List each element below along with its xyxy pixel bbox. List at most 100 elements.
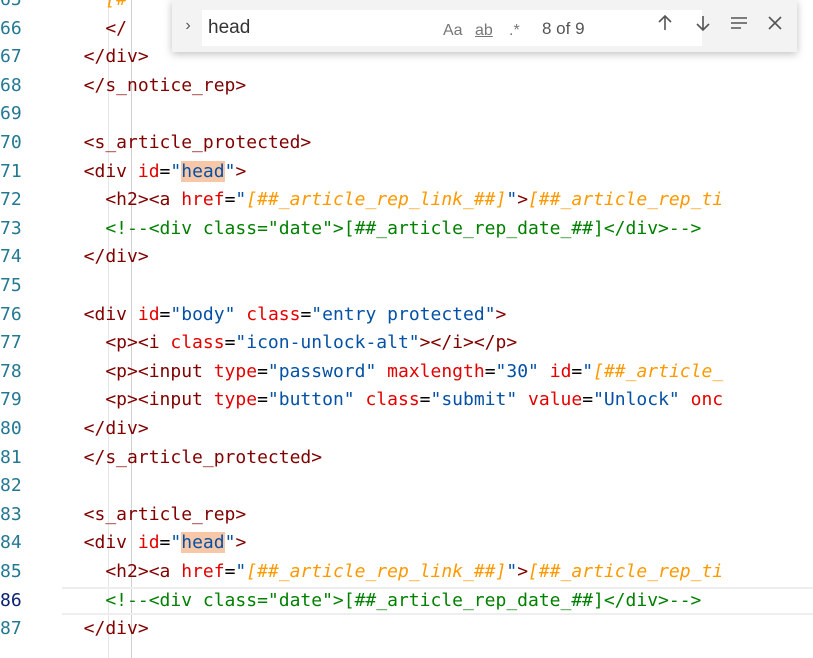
code-token: = <box>582 389 594 411</box>
chevron-right-icon[interactable]: › <box>178 14 198 38</box>
code-line[interactable]: 73 <!--<div class="date">[##_article_rep… <box>0 215 813 243</box>
code-token: type <box>213 360 258 382</box>
line-number: 71 <box>0 160 22 182</box>
line-number: 70 <box>0 132 22 153</box>
whole-word-toggle[interactable]: ab <box>475 19 493 43</box>
arrow-up-icon[interactable] <box>652 14 678 40</box>
code-token: = <box>224 332 236 354</box>
code-token: = <box>257 389 268 411</box>
code-token: ></i></p> <box>419 332 518 354</box>
code-token: <!--<div class="date">[##_article_rep_da… <box>62 589 702 611</box>
code-token: > <box>517 561 529 582</box>
code-token: </div> <box>62 418 149 439</box>
code-token: maxlength <box>387 360 485 382</box>
code-line[interactable]: 82 <box>0 472 813 500</box>
arrow-down-icon[interactable] <box>690 14 716 40</box>
find-widget: › head Aa ab .* 8 of 9 <box>172 0 797 52</box>
code-line[interactable]: 68 </s_notice_rep> <box>0 72 813 100</box>
code-token: </div> <box>62 46 149 68</box>
code-text: <s_article_protected> <box>62 129 312 157</box>
line-number: 67 <box>0 46 22 68</box>
line-number: 68 <box>0 74 22 96</box>
code-token: "Unlock" <box>593 389 680 411</box>
code-text: </s_article_protected> <box>62 444 322 472</box>
code-line[interactable]: 83 <s_article_rep> <box>0 501 813 529</box>
regex-toggle[interactable]: .* <box>509 19 520 43</box>
code-token: = <box>159 303 171 325</box>
code-token: " <box>170 160 182 182</box>
find-input[interactable]: head Aa ab .* <box>202 10 702 46</box>
match-case-toggle[interactable]: Aa <box>443 19 463 43</box>
code-token: <h2><a <box>62 561 182 582</box>
code-text: </div> <box>62 615 149 643</box>
code-line[interactable]: 70 <s_article_protected> <box>0 129 813 157</box>
code-token: </s_notice_rep> <box>62 74 247 96</box>
code-token: " <box>506 189 518 211</box>
code-token: > <box>517 189 529 211</box>
code-token: "password" <box>267 360 377 382</box>
code-line[interactable]: 86 <!--<div class="date">[##_article_rep… <box>0 586 813 615</box>
line-number: 80 <box>0 418 22 439</box>
code-token: "icon-unlock-alt" <box>235 332 420 354</box>
code-text: <div id="head"> <box>62 529 246 557</box>
code-token: </s_article_protected> <box>62 446 323 468</box>
code-token: id <box>549 360 572 382</box>
code-line[interactable]: 79 <p><input type="button" class="submit… <box>0 386 813 414</box>
line-number: 84 <box>0 532 22 554</box>
line-number: 74 <box>0 246 22 268</box>
code-token: "submit" <box>430 389 518 411</box>
line-number: 87 <box>0 618 22 640</box>
close-icon[interactable] <box>762 14 788 40</box>
code-token: = <box>571 360 583 382</box>
code-token: = <box>159 532 171 554</box>
code-token: = <box>224 189 236 211</box>
code-line[interactable]: 76 <div id="body" class="entry protected… <box>0 301 813 329</box>
code-line[interactable]: 74 </div> <box>0 243 813 271</box>
code-token: [# <box>62 0 127 10</box>
line-number: 86 <box>0 589 22 611</box>
find-in-selection-icon[interactable] <box>726 14 752 40</box>
code-token: " <box>506 561 518 582</box>
code-token: id <box>137 532 160 554</box>
code-line[interactable]: 78 <p><input type="password" maxlength="… <box>0 358 813 386</box>
code-token: id <box>137 303 160 325</box>
code-token: <!--<div class="date">[##_article_rep_da… <box>62 217 702 239</box>
code-token: " <box>235 561 247 582</box>
code-line[interactable]: 77 <p><i class="icon-unlock-alt"></i></p… <box>0 329 813 357</box>
code-line[interactable]: 84 <div id="head"> <box>0 529 813 557</box>
code-token: <s_article_protected> <box>62 132 312 153</box>
code-token: class <box>170 332 225 354</box>
line-number: 77 <box>0 332 22 354</box>
code-token: > <box>495 303 507 325</box>
code-token: </div> <box>62 618 149 640</box>
code-text: <p><input type="password" maxlength="30"… <box>62 358 723 386</box>
code-line[interactable]: 75 <box>0 272 813 300</box>
code-token: <p><input <box>62 360 214 382</box>
line-number: 72 <box>0 189 22 211</box>
code-token: = <box>484 360 496 382</box>
code-editor[interactable]: 65 [# 66 </ 67 </div> 68 </s_notice_rep> 69 7… <box>0 0 813 658</box>
code-line[interactable]: 80 </div> <box>0 415 813 443</box>
code-token: <s_article_rep> <box>62 503 247 525</box>
code-line[interactable]: 81 </s_article_protected> <box>0 444 813 472</box>
code-token: onc <box>690 389 724 411</box>
code-token: <p><input <box>62 389 214 411</box>
code-line[interactable]: 87 </div> <box>0 615 813 643</box>
search-match-highlight: head <box>181 160 225 182</box>
code-line[interactable]: 69 <box>0 100 813 128</box>
code-line[interactable]: 71 <div id="head"> <box>0 158 813 186</box>
line-number: 82 <box>0 475 22 497</box>
code-token: = <box>257 360 268 382</box>
code-token: </ <box>62 17 128 39</box>
code-line[interactable]: 72 <h2><a href="[##_article_rep_link_##]… <box>0 186 813 214</box>
code-token: class <box>246 303 301 325</box>
code-token: "entry protected" <box>311 303 496 325</box>
line-number: 75 <box>0 275 22 296</box>
code-line[interactable]: 85 <h2><a href="[##_article_rep_link_##]… <box>0 558 813 586</box>
line-number: 73 <box>0 217 22 239</box>
code-token: "body" <box>170 303 236 325</box>
code-token: " <box>224 160 236 182</box>
